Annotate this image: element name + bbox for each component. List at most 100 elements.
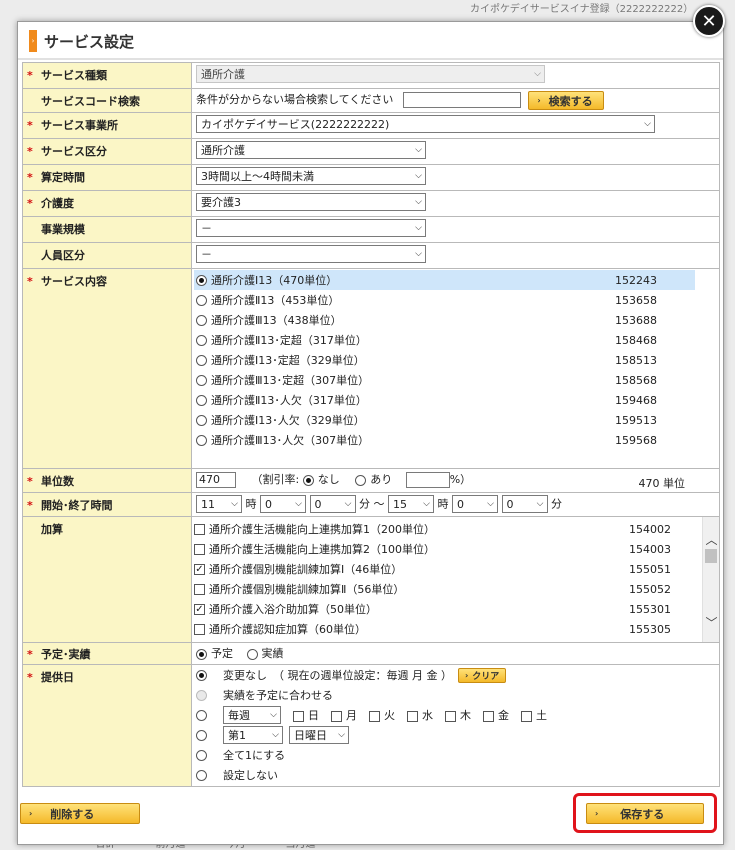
service-radio[interactable] — [196, 314, 207, 326]
service-option[interactable]: 通所介護Ⅱ13（453単位） 153658 — [194, 290, 695, 310]
select-value: 第1 — [228, 729, 246, 742]
service-name: 通所介護Ⅱ13･人欠（317単位） — [211, 394, 367, 407]
select-value: 0 — [506, 497, 514, 511]
discount-yes-radio[interactable] — [355, 474, 367, 486]
end-min2-select[interactable]: 0 ⌵ — [501, 495, 548, 513]
weekly-select[interactable]: 毎週 ⌵ — [223, 706, 281, 724]
chevron-down-icon: ⌵ — [415, 197, 422, 207]
label-text: 提供日 — [41, 671, 74, 684]
dialog-title: サービス設定 — [44, 33, 135, 51]
service-radio[interactable] — [196, 274, 207, 286]
scroll-up-icon[interactable]: ︿ — [703, 531, 720, 547]
service-code: 152243 — [615, 273, 657, 287]
required-mark: * — [27, 275, 33, 288]
service-name: 通所介護Ⅱ13（453単位） — [211, 294, 340, 307]
no-set-radio[interactable] — [196, 769, 207, 781]
ordinal-select[interactable]: 第1 ⌵ — [223, 726, 283, 744]
start-min2-select[interactable]: 0 ⌵ — [309, 495, 356, 513]
staffing-select[interactable]: － ⌵ — [196, 245, 426, 263]
day-checkbox[interactable] — [293, 710, 304, 722]
chevron-down-icon: ⌵ — [295, 499, 302, 509]
addition-checkbox[interactable] — [194, 523, 205, 535]
additions-scrollbar[interactable]: ︿ ﹀ — [702, 517, 719, 642]
service-name: 通所介護Ⅲ13･定超（307単位） — [211, 374, 370, 387]
service-radio[interactable] — [196, 294, 207, 306]
label-text: サービス内容 — [41, 275, 107, 288]
service-option[interactable]: 通所介護Ⅲ13（438単位） 153688 — [194, 310, 695, 330]
scroll-thumb[interactable] — [705, 549, 717, 563]
start-hour-select[interactable]: 11 ⌵ — [196, 495, 242, 513]
day-checkbox[interactable] — [331, 710, 342, 722]
search-button[interactable]: › 検索する — [528, 91, 604, 110]
label-text: 介護度 — [41, 197, 74, 210]
service-option[interactable]: 通所介護Ⅱ13･人欠（317単位） 159468 — [194, 390, 695, 410]
scroll-down-icon[interactable]: ﹀ — [703, 614, 720, 630]
delete-button[interactable]: › 削除する — [20, 803, 140, 824]
discount-rate-input[interactable] — [405, 472, 450, 488]
service-radio[interactable] — [196, 414, 207, 426]
service-option[interactable]: 通所介護Ⅰ13･人欠（329単位） 159513 — [194, 410, 695, 430]
service-category-select[interactable]: 通所介護 ⌵ — [196, 141, 426, 159]
day-checkbox[interactable] — [521, 710, 532, 722]
actual-radio[interactable] — [246, 648, 258, 660]
service-option[interactable]: 通所介護Ⅲ13･人欠（307単位） 159568 — [194, 430, 695, 450]
addition-option[interactable]: ✓ 通所介護個別機能訓練加算Ⅰ（46単位） 155051 — [194, 559, 699, 579]
calc-time-select[interactable]: 3時間以上～4時間未満 ⌵ — [196, 167, 426, 185]
day-checkbox[interactable] — [483, 710, 494, 722]
service-radio[interactable] — [196, 354, 207, 366]
addition-checkbox[interactable]: ✓ — [194, 563, 205, 575]
service-radio[interactable] — [196, 434, 207, 446]
service-code: 159513 — [615, 413, 657, 427]
service-option[interactable]: 通所介護Ⅰ13･定超（329単位） 158513 — [194, 350, 695, 370]
service-radio[interactable] — [196, 394, 207, 406]
button-label: 保存する — [620, 807, 665, 821]
discount-none-radio[interactable] — [302, 474, 314, 486]
day-checkbox[interactable] — [445, 710, 456, 722]
label-text: 単位数 — [41, 475, 74, 488]
plan-radio[interactable] — [196, 648, 207, 660]
business-scale-select[interactable]: － ⌵ — [196, 219, 426, 237]
service-option[interactable]: 通所介護Ⅱ13･定超（317単位） 158468 — [194, 330, 695, 350]
addition-checkbox[interactable]: ✓ — [194, 603, 205, 615]
start-min1-select[interactable]: 0 ⌵ — [260, 495, 306, 513]
match-plan-radio[interactable] — [196, 689, 207, 701]
addition-option[interactable]: 通所介護個別機能訓練加算Ⅱ（56単位） 155052 — [194, 579, 699, 599]
match-plan-label: 実績を予定に合わせる — [223, 689, 333, 702]
service-option[interactable]: 通所介護Ⅲ13･定超（307単位） 158568 — [194, 370, 695, 390]
addition-option[interactable]: 通所介護認知症加算（60単位） 155305 — [194, 619, 699, 639]
all-one-radio[interactable] — [196, 749, 207, 761]
addition-option[interactable]: ✓ 通所介護入浴介助加算（50単位） 155301 — [194, 599, 699, 619]
provider-select[interactable]: カイポケデイサービス(2222222222) ⌵ — [196, 115, 655, 133]
service-radio[interactable] — [196, 334, 207, 346]
service-name: 通所介護Ⅲ13（438単位） — [211, 314, 342, 327]
no-change-radio[interactable] — [196, 669, 207, 681]
required-mark: * — [27, 69, 33, 82]
weekday-select[interactable]: 日曜日 ⌵ — [289, 726, 349, 744]
ordinal-radio[interactable] — [196, 729, 207, 741]
service-type-select[interactable]: 通所介護 ⌵ — [196, 65, 545, 83]
service-radio[interactable] — [196, 374, 207, 386]
care-level-select[interactable]: 要介護3 ⌵ — [196, 193, 426, 211]
day-label: 火 — [384, 709, 395, 722]
weekly-radio[interactable] — [196, 709, 207, 721]
percent-label: %） — [449, 473, 472, 486]
save-button[interactable]: › 保存する — [586, 803, 704, 824]
day-checkbox[interactable] — [407, 710, 418, 722]
day-checkbox[interactable] — [369, 710, 380, 722]
addition-option[interactable]: 通所介護生活機能向上連携加算1（200単位） 154002 — [194, 519, 699, 539]
chevron-down-icon: ⌵ — [338, 730, 345, 740]
addition-checkbox[interactable] — [194, 543, 205, 555]
service-option[interactable]: 通所介護Ⅰ13（470単位） 152243 — [194, 270, 695, 290]
arrow-right-icon: › — [465, 670, 469, 680]
addition-option[interactable]: 通所介護生活機能向上連携加算2（100単位） 154003 — [194, 539, 699, 559]
code-search-input[interactable] — [402, 92, 521, 108]
select-value: 毎週 — [228, 709, 250, 722]
units-input[interactable]: 470 — [196, 472, 236, 488]
close-icon[interactable]: ✕ — [693, 5, 725, 37]
addition-checkbox[interactable] — [194, 623, 205, 635]
end-min1-select[interactable]: 0 ⌵ — [452, 495, 498, 513]
addition-checkbox[interactable] — [194, 583, 205, 595]
label-time-range: * 開始･終了時間 — [22, 492, 192, 517]
clear-button[interactable]: › クリア — [458, 667, 507, 683]
end-hour-select[interactable]: 15 ⌵ — [388, 495, 434, 513]
